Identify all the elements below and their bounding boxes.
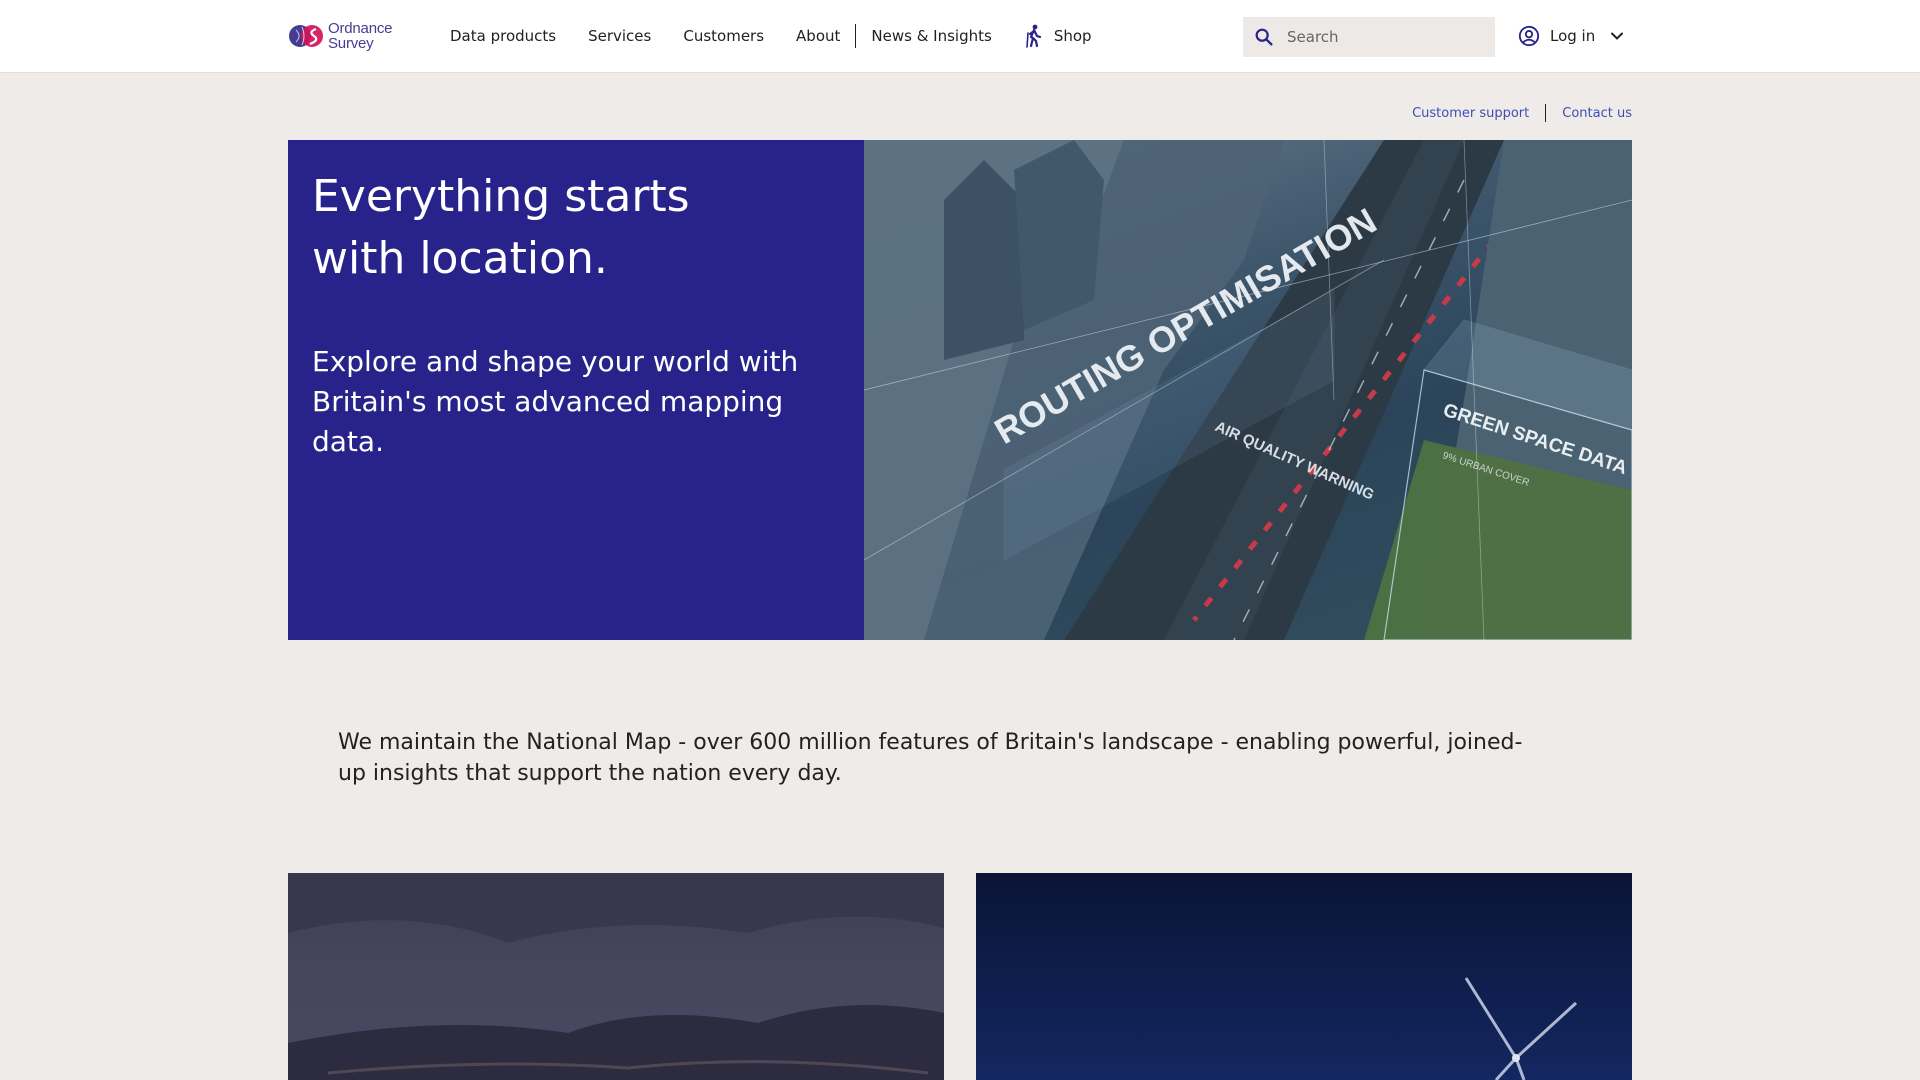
hero-image: ROUTING OPTIMISATION AIR QUALITY WARNING…: [864, 140, 1632, 640]
nav-divider: [855, 24, 857, 48]
chevron-down-icon[interactable]: [1609, 28, 1625, 44]
search-box[interactable]: [1243, 17, 1495, 57]
logo-line-2: Survey: [328, 35, 374, 52]
contact-us-link[interactable]: Contact us: [1562, 106, 1632, 121]
site-header: Ordnance Survey Data products Services C…: [0, 0, 1920, 73]
utility-divider: [1545, 104, 1547, 122]
os-logo-mark: [289, 25, 323, 47]
intro-text: We maintain the National Map - over 600 …: [338, 730, 1523, 786]
nav-news-insights[interactable]: News & Insights: [871, 27, 991, 45]
nav-about[interactable]: About: [796, 27, 840, 45]
hero-text-panel: Everything starts with location. Explore…: [288, 140, 864, 640]
feature-card-landscape[interactable]: [288, 873, 944, 1080]
shop-label: Shop: [1053, 27, 1092, 45]
account-circle-icon: [1518, 25, 1540, 47]
hero-banner: Everything starts with location. Explore…: [288, 140, 1632, 640]
ordnance-survey-logo[interactable]: Ordnance Survey: [288, 18, 418, 54]
feature-card-wind-turbine[interactable]: [976, 873, 1632, 1080]
login-label: Log in: [1550, 27, 1596, 45]
logo-line-1: Ordnance: [328, 20, 393, 37]
nav-customers[interactable]: Customers: [683, 27, 764, 45]
main-nav: Data products Services Customers About N…: [450, 0, 1092, 72]
hiker-icon: [1026, 24, 1041, 48]
wind-turbine-image: [1464, 977, 1578, 1080]
nav-services[interactable]: Services: [588, 27, 651, 45]
hero-subtitle: Explore and shape your world with Britai…: [312, 345, 799, 458]
nav-data-products[interactable]: Data products: [450, 27, 556, 45]
landscape-image: [288, 873, 944, 1080]
search-icon: [1255, 28, 1273, 46]
hero-image-graphic: ROUTING OPTIMISATION AIR QUALITY WARNING…: [864, 140, 1632, 640]
utility-links: Customer support Contact us: [1412, 104, 1632, 122]
login-menu[interactable]: Log in: [1518, 24, 1625, 48]
search-input[interactable]: [1287, 28, 1467, 46]
hero-title: Everything starts with location.: [312, 171, 690, 284]
customer-support-link[interactable]: Customer support: [1412, 106, 1529, 121]
nav-shop[interactable]: Shop: [1024, 24, 1092, 48]
logo-wordmark: Ordnance Survey: [328, 21, 392, 51]
